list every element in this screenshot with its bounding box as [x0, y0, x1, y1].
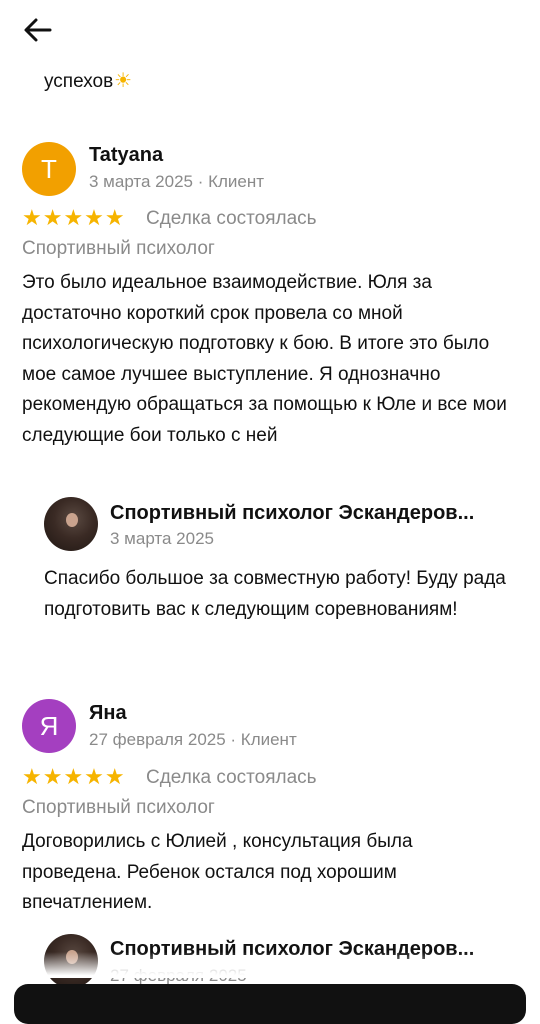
review-text: Это было идеальное взаимодействие. Юля з…	[22, 272, 507, 446]
service-name: Спортивный психолог	[22, 797, 215, 818]
review-text: Договорились с Юлией , консультация была…	[22, 831, 413, 913]
reply-avatar	[44, 497, 98, 551]
header	[0, 0, 540, 58]
back-button[interactable]	[22, 14, 54, 46]
reply-text: Спасибо большое за совместную работу! Бу…	[44, 568, 506, 620]
avatar-letter: Я	[39, 710, 59, 741]
review-author: Яна	[89, 702, 127, 724]
deal-status: Сделка состоялась	[146, 208, 317, 229]
sun-emoji-icon: ☀	[114, 70, 133, 92]
avatar: T	[22, 142, 76, 196]
review-meta: 3 марта 2025 · Клиент	[89, 172, 265, 191]
service-name: Спортивный психолог	[22, 238, 215, 259]
review-author: Tatyana	[89, 144, 164, 166]
arrow-left-icon	[24, 18, 52, 42]
reply-date: 3 марта 2025	[110, 529, 214, 548]
reply-author: Спортивный психолог Эскандеров...	[110, 502, 475, 524]
review-meta: 27 февраля 2025 · Клиент	[89, 730, 297, 749]
scroll-fade	[0, 952, 540, 978]
avatar-letter: T	[41, 153, 57, 184]
avatar: Я	[22, 699, 76, 753]
bottom-action-bar[interactable]	[14, 984, 526, 1024]
previous-review-text: успехов	[44, 71, 114, 92]
rating-stars: ★★★★★	[22, 764, 126, 789]
rating-stars: ★★★★★	[22, 205, 126, 230]
previous-review-tail: успехов☀	[44, 68, 132, 93]
deal-status: Сделка состоялась	[146, 767, 317, 788]
